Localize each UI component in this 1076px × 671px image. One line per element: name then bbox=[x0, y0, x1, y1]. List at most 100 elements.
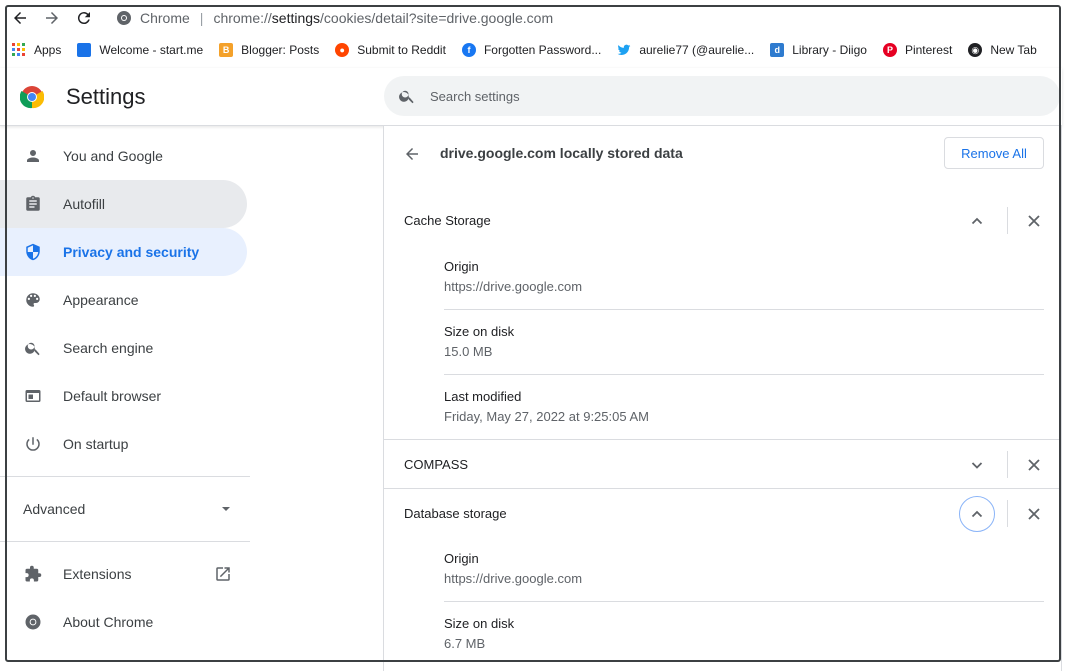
collapse-button[interactable] bbox=[959, 496, 995, 532]
bookmark-label: aurelie77 (@aurelie... bbox=[639, 43, 755, 57]
sidebar-item-label: Default browser bbox=[63, 388, 162, 404]
detail-size-on-disk: Size on disk 15.0 MB bbox=[444, 310, 1044, 375]
sidebar-item-you-and-google[interactable]: You and Google bbox=[0, 132, 247, 180]
back-arrow-button[interactable] bbox=[402, 144, 422, 164]
bookmark-label: Welcome - start.me bbox=[99, 43, 204, 57]
sidebar-item-about-chrome[interactable]: About Chrome bbox=[0, 598, 247, 646]
remove-all-button[interactable]: Remove All bbox=[944, 137, 1044, 169]
section-name: Cache Storage bbox=[404, 213, 491, 228]
bookmark-pinterest[interactable]: P Pinterest bbox=[882, 43, 953, 57]
person-icon bbox=[24, 147, 42, 165]
back-button[interactable] bbox=[4, 2, 36, 34]
pinterest-icon: P bbox=[882, 43, 897, 57]
remove-item-button[interactable] bbox=[1016, 203, 1052, 239]
bookmark-apps[interactable]: Apps bbox=[12, 43, 61, 57]
bookmark-blogger[interactable]: B Blogger: Posts bbox=[219, 43, 319, 57]
bookmark-new-tab[interactable]: ◉ New Tab bbox=[968, 43, 1037, 57]
diigo-icon: d bbox=[770, 43, 785, 57]
url-scheme: chrome:// bbox=[213, 10, 272, 26]
detail-label: Size on disk bbox=[444, 324, 515, 339]
bookmark-label: Apps bbox=[34, 43, 62, 57]
sidebar-divider bbox=[0, 541, 250, 542]
sidebar-item-label: Privacy and security bbox=[63, 244, 200, 260]
chevron-down-icon bbox=[971, 462, 983, 469]
bookmark-label: Forgotten Password... bbox=[483, 43, 602, 57]
detail-origin: Origin https://drive.google.com bbox=[444, 245, 1044, 310]
sidebar-item-default-browser[interactable]: Default browser bbox=[0, 372, 247, 420]
detail-label: Origin bbox=[444, 259, 479, 274]
clipboard-icon bbox=[24, 195, 42, 213]
bookmark-label: Library - Diigo bbox=[792, 43, 867, 57]
search-icon bbox=[24, 339, 42, 357]
sidebar-item-privacy-and-security[interactable]: Privacy and security bbox=[0, 228, 247, 276]
sidebar-item-extensions[interactable]: Extensions bbox=[0, 550, 247, 598]
bookmark-twitter[interactable]: aurelie77 (@aurelie... bbox=[617, 43, 754, 57]
sidebar-item-search-engine[interactable]: Search engine bbox=[0, 324, 247, 372]
bookmark-startme[interactable]: Welcome - start.me bbox=[77, 43, 203, 57]
bookmark-label: Submit to Reddit bbox=[357, 43, 446, 57]
reload-icon bbox=[77, 12, 90, 25]
chrome-logo-icon bbox=[20, 86, 44, 109]
twitter-icon bbox=[617, 44, 631, 56]
detail-value: 6.7 MB bbox=[444, 636, 486, 651]
sidebar-item-label: Extensions bbox=[63, 566, 132, 582]
collapse-button[interactable] bbox=[959, 203, 995, 239]
bookmark-diigo[interactable]: d Library - Diigo bbox=[770, 43, 867, 57]
bookmark-facebook[interactable]: f Forgotten Password... bbox=[461, 43, 602, 57]
remove-item-button[interactable] bbox=[1016, 496, 1052, 532]
bookmark-label: New Tab bbox=[990, 43, 1037, 57]
detail-size-on-disk: Size on disk 6.7 MB bbox=[444, 602, 1044, 666]
sidebar-item-label: About Chrome bbox=[63, 614, 154, 630]
address-bar: Chrome | chrome://settings/cookies/detai… bbox=[0, 0, 1076, 36]
arrow-right-icon bbox=[46, 12, 58, 24]
site-chip: Chrome bbox=[140, 10, 190, 26]
close-icon bbox=[1028, 215, 1040, 227]
detail-value: 15.0 MB bbox=[444, 344, 493, 359]
reload-button[interactable] bbox=[68, 2, 100, 34]
url-path: /cookies/detail?site=drive.google.com bbox=[320, 10, 554, 26]
sidebar-item-label: On startup bbox=[63, 436, 129, 452]
sidebar-item-label: You and Google bbox=[63, 148, 163, 164]
open-in-new-icon bbox=[216, 567, 230, 581]
section-row-database-storage[interactable]: Database storage bbox=[384, 488, 1061, 537]
facebook-icon: f bbox=[461, 43, 476, 57]
expand-button[interactable] bbox=[959, 447, 995, 483]
blogger-icon: B bbox=[219, 43, 234, 57]
reddit-icon: ● bbox=[335, 43, 350, 57]
main-content: drive.google.com locally stored data Rem… bbox=[383, 126, 1062, 671]
detail-value: https://drive.google.com bbox=[444, 571, 583, 586]
globe-icon: ◉ bbox=[968, 43, 983, 57]
section-name: Database storage bbox=[404, 505, 507, 521]
search-box[interactable] bbox=[384, 76, 1060, 116]
sidebar-advanced-toggle[interactable]: Advanced bbox=[0, 485, 250, 533]
remove-item-button[interactable] bbox=[1016, 447, 1052, 483]
caret-down-icon bbox=[222, 507, 230, 511]
omnibox[interactable]: Chrome | chrome://settings/cookies/detai… bbox=[108, 4, 1076, 32]
row-separator bbox=[1007, 451, 1008, 478]
section-row-cache-storage[interactable]: Cache Storage bbox=[384, 196, 1061, 245]
search-input[interactable] bbox=[430, 88, 1030, 104]
page-title: Settings bbox=[66, 84, 146, 109]
sidebar-item-autofill[interactable]: Autofill bbox=[0, 180, 247, 228]
shield-icon bbox=[24, 243, 42, 261]
chevron-up-icon bbox=[971, 217, 983, 225]
section-name: COMPASS bbox=[404, 456, 469, 472]
palette-icon bbox=[24, 291, 42, 309]
bookmark-reddit[interactable]: ● Submit to Reddit bbox=[335, 43, 446, 57]
chevron-up-icon bbox=[971, 510, 983, 518]
bookmark-label: Blogger: Posts bbox=[241, 43, 320, 57]
sidebar-item-on-startup[interactable]: On startup bbox=[0, 420, 247, 468]
row-separator bbox=[1007, 500, 1008, 527]
detail-label: Last modified bbox=[444, 389, 522, 404]
chrome-site-icon bbox=[117, 11, 131, 25]
sidebar-item-appearance[interactable]: Appearance bbox=[0, 276, 247, 324]
chrome-icon bbox=[24, 613, 42, 631]
detail-origin: Origin https://drive.google.com bbox=[444, 537, 1044, 602]
forward-button[interactable] bbox=[36, 2, 68, 34]
url-host: settings bbox=[271, 10, 321, 26]
bookmarks-bar: Apps Welcome - start.me B Blogger: Posts… bbox=[0, 36, 1076, 64]
apps-grid-icon bbox=[12, 43, 25, 56]
settings-header: Settings bbox=[0, 68, 1062, 126]
bookmark-label: Pinterest bbox=[904, 43, 953, 57]
section-row-compass[interactable]: COMPASS bbox=[384, 439, 1061, 488]
